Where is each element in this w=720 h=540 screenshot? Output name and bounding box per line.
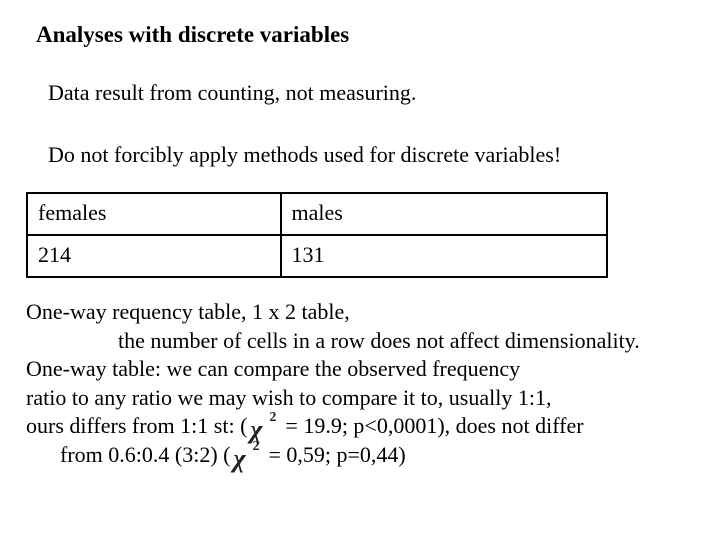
table-header-females: females (27, 193, 281, 235)
table-row: females males (27, 193, 607, 235)
slide: Analyses with discrete variables Data re… (0, 0, 720, 540)
paragraph-1: Data result from counting, not measuring… (48, 80, 416, 106)
chi-superscript: 2 (252, 438, 259, 456)
body-line-5a: ours differs from 1:1 st: ( (26, 412, 247, 441)
body-line-6a: from 0.6:0.4 (3:2) ( (60, 441, 230, 470)
chi-superscript: 2 (269, 409, 276, 427)
chi-glyph: χ (233, 446, 245, 472)
frequency-table: females males 214 131 (26, 192, 608, 278)
body-line-6b: = 0,59; p=0,44) (268, 441, 405, 470)
table-row: 214 131 (27, 235, 607, 277)
body-line-6: from 0.6:0.4 (3:2) ( χ 2 = 0,59; p=0,44) (26, 441, 706, 470)
body-line-4: ratio to any ratio we may wish to compar… (26, 384, 706, 413)
chi-squared-icon: χ 2 (232, 444, 266, 470)
table-cell-females: 214 (27, 235, 281, 277)
body-text: One-way requency table, 1 x 2 table, the… (26, 298, 706, 470)
table-cell-males: 131 (281, 235, 607, 277)
slide-title: Analyses with discrete variables (36, 22, 349, 48)
paragraph-2: Do not forcibly apply methods used for d… (48, 142, 561, 168)
body-line-5b: = 19.9; p<0,0001), does not differ (285, 412, 583, 441)
body-line-1: One-way requency table, 1 x 2 table, (26, 298, 706, 327)
body-line-3: One-way table: we can compare the observ… (26, 355, 706, 384)
body-line-2: the number of cells in a row does not af… (26, 327, 706, 356)
table-header-males: males (281, 193, 607, 235)
body-line-5: ours differs from 1:1 st: ( χ 2 = 19.9; … (26, 412, 706, 441)
